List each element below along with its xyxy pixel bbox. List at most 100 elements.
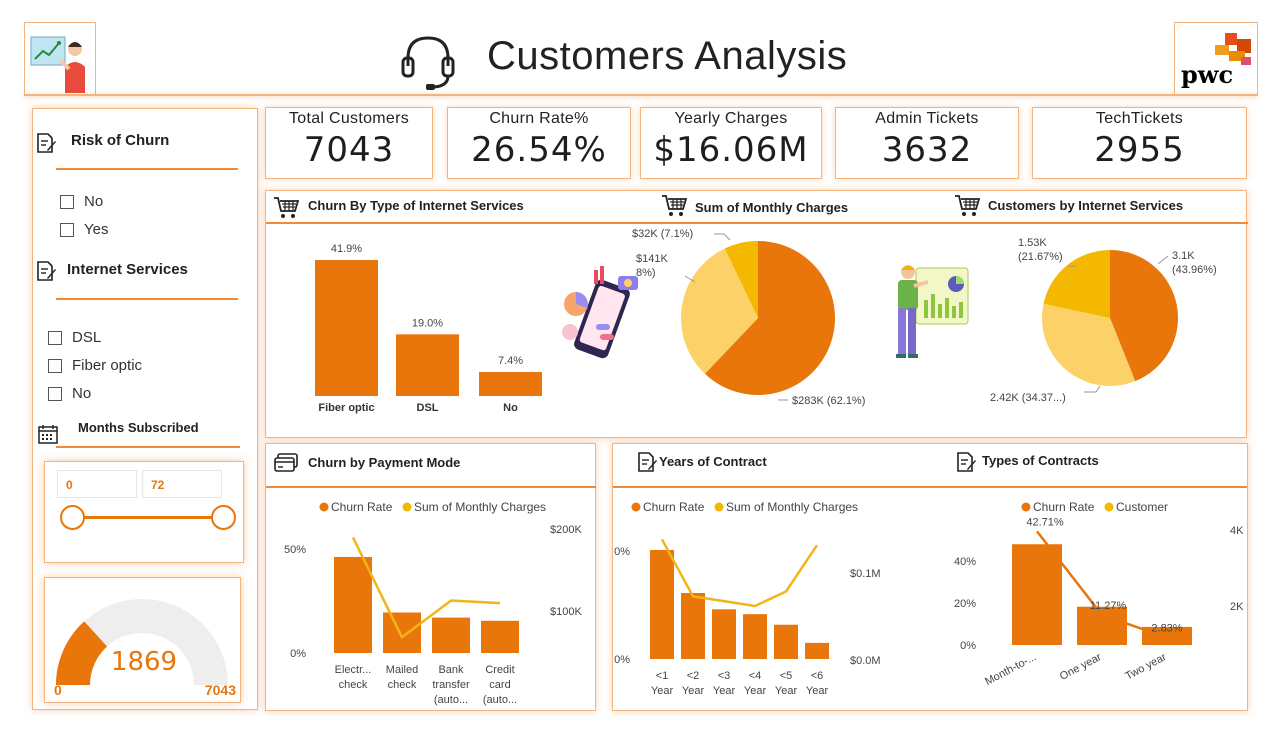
category-label: Bank transfer (auto... <box>432 664 470 706</box>
slider-min-input[interactable]: 0 <box>57 470 137 498</box>
axis-tick: 50% <box>284 544 306 556</box>
axis-tick: 2K <box>1230 601 1244 613</box>
legend-marker <box>714 502 724 512</box>
panel-title-years-contract: Years of Contract <box>659 454 767 469</box>
bar[interactable] <box>1012 544 1062 645</box>
kpi-label: Admin Tickets <box>875 110 979 127</box>
legend-marker <box>1021 502 1031 512</box>
axis-tick: $200K <box>550 524 582 536</box>
axis-tick: 0% <box>290 648 306 660</box>
bar[interactable] <box>650 549 674 659</box>
chart-types-of-contracts: Churn Rate Customer 40% 20% 0% 4K 2K 42.71% 11.2… <box>954 500 1244 688</box>
category-label: <3 Year <box>713 670 736 697</box>
category-label: <4 Year <box>744 670 767 697</box>
chart-customers-internet-pie: 3.1K (43.96%) 2.42K (34.37...) 1.53K (21.67%… <box>990 237 1217 404</box>
category-label: Month-to-... <box>983 651 1038 688</box>
data-label: 11.27% <box>1090 600 1127 612</box>
filter-title-internet-services: Internet Services <box>67 261 188 278</box>
axis-tick: $0.1M <box>850 568 881 580</box>
checkbox[interactable] <box>48 386 62 401</box>
legend-label: Churn Rate <box>331 500 393 514</box>
headset-icon <box>400 32 456 92</box>
kpi-label: Yearly Charges <box>674 110 788 127</box>
panel-title-payment-mode: Churn by Payment Mode <box>308 455 461 470</box>
slice-label: 3.1K (43.96%) <box>1172 250 1217 276</box>
checkbox-label: No <box>72 385 92 402</box>
series-line[interactable] <box>351 536 501 640</box>
checkbox-risk-yes[interactable]: Yes <box>60 221 108 238</box>
panel-divider <box>613 486 1247 488</box>
category-label: No <box>503 402 518 414</box>
header-divider <box>24 94 1258 96</box>
filter-title-months-subscribed: Months Subscribed <box>78 420 199 435</box>
document-edit-icon <box>957 452 976 472</box>
checkbox[interactable] <box>48 358 62 373</box>
legend-label: Sum of Monthly Charges <box>726 500 858 514</box>
bar[interactable] <box>743 614 767 659</box>
chart-monthly-charges-pie: $283K (62.1%) $141K 8%) $32K (7.1%) <box>632 228 865 407</box>
kpi-label: Total Customers <box>288 110 410 127</box>
credit-card-icon <box>274 453 298 472</box>
category-label: <1 Year <box>651 670 674 697</box>
document-edit-icon <box>37 261 56 281</box>
legend-label: Customer <box>1116 500 1168 514</box>
checkbox-dsl[interactable]: DSL <box>48 329 101 346</box>
document-edit-icon <box>638 452 657 472</box>
category-label: Credit card (auto... <box>483 664 517 706</box>
leader-line <box>1157 255 1169 265</box>
kpi-label: Churn Rate% <box>489 110 589 127</box>
data-label: 7.4% <box>498 355 523 367</box>
panel-divider <box>266 486 596 488</box>
axis-tick: $0.0M <box>850 655 881 667</box>
bar[interactable] <box>805 642 829 659</box>
checkbox-no-internet[interactable]: No <box>48 385 91 402</box>
axis-tick: 0% <box>614 654 630 666</box>
bar[interactable] <box>774 624 798 659</box>
data-label: 42.71% <box>1026 516 1064 528</box>
bar[interactable] <box>396 334 459 396</box>
bar[interactable] <box>479 371 542 396</box>
shopping-cart-icon <box>274 197 299 218</box>
checkbox-fiber-optic[interactable]: Fiber optic <box>48 357 142 374</box>
legend-marker <box>631 502 641 512</box>
slice-label: $32K (7.1%) <box>632 228 693 240</box>
legend-label: Sum of Monthly Charges <box>414 500 546 514</box>
slice-label: $283K (62.1%) <box>792 395 865 407</box>
panel-title-churn-internet: Churn By Type of Internet Services <box>308 198 524 213</box>
document-edit-icon <box>37 133 56 153</box>
bar[interactable] <box>383 612 421 653</box>
kpi-tech-tickets: TechTickets 2955 <box>1032 107 1247 179</box>
checkbox-label: Yes <box>84 221 109 238</box>
slider-handle-min[interactable] <box>60 505 85 530</box>
checkbox[interactable] <box>60 222 74 237</box>
gauge-min: 0 <box>54 682 62 698</box>
category-label: Mailed check <box>386 664 418 691</box>
bar[interactable] <box>315 260 378 396</box>
axis-tick: 20% <box>954 598 976 610</box>
checkbox-risk-no[interactable]: No <box>60 193 103 210</box>
bar[interactable] <box>432 617 470 653</box>
axis-tick: 4K <box>1230 525 1244 537</box>
bar[interactable] <box>681 592 705 659</box>
slider-max-input[interactable]: 72 <box>142 470 222 498</box>
axis-tick: 40% <box>954 556 976 568</box>
filter-divider <box>56 168 238 170</box>
pwc-logo: pwc <box>1174 22 1258 95</box>
checkbox-label: Fiber optic <box>72 357 143 374</box>
bar[interactable] <box>334 556 372 653</box>
bar[interactable] <box>1077 606 1127 645</box>
slider-handle-max[interactable] <box>211 505 236 530</box>
slice-label: 2.42K (34.37...) <box>990 392 1066 404</box>
category-label: One year <box>1058 651 1104 683</box>
filter-title-risk-of-churn: Risk of Churn <box>71 132 170 149</box>
checkbox[interactable] <box>48 330 62 345</box>
slider-track[interactable] <box>72 516 224 519</box>
leader-line <box>714 233 731 241</box>
brand-text: pwc <box>1181 60 1233 89</box>
bar[interactable] <box>481 620 519 653</box>
shopping-cart-icon <box>955 195 980 216</box>
kpi-yearly-charges: Yearly Charges $16.06M <box>640 107 822 179</box>
checkbox[interactable] <box>60 194 74 209</box>
kpi-value: 2955 <box>1094 130 1185 170</box>
bar[interactable] <box>712 609 736 659</box>
